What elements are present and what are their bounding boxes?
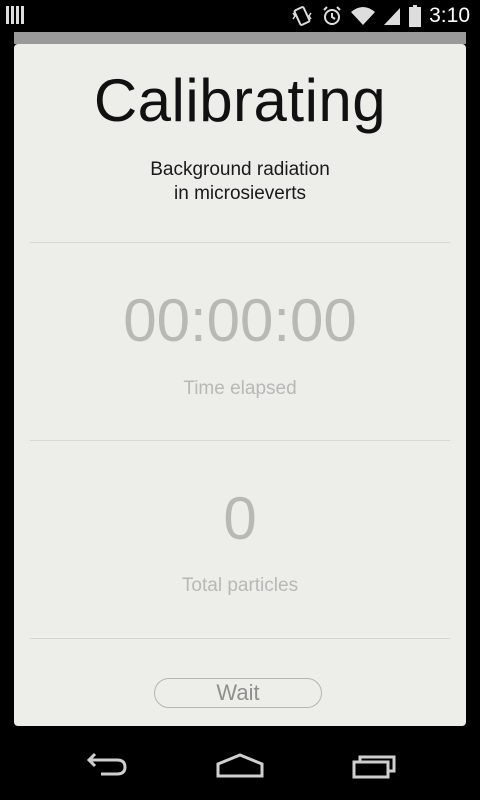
notification-bars-icon bbox=[6, 6, 24, 24]
battery-icon bbox=[409, 5, 422, 27]
status-bar: 3:10 bbox=[0, 0, 480, 32]
total-particles-value: 0 bbox=[223, 485, 257, 552]
vibrate-icon bbox=[292, 6, 312, 26]
signal-icon bbox=[384, 8, 401, 25]
home-button[interactable] bbox=[210, 748, 270, 784]
navigation-bar bbox=[0, 728, 480, 800]
page-title: Calibrating bbox=[93, 67, 387, 134]
calibration-card: Calibrating Background radiation in micr… bbox=[14, 44, 466, 726]
time-elapsed-label: Time elapsed bbox=[183, 378, 297, 399]
divider bbox=[30, 440, 450, 441]
wifi-icon bbox=[351, 7, 376, 25]
top-strip bbox=[14, 32, 466, 44]
alarm-icon bbox=[323, 6, 341, 25]
status-icons: 3:10 bbox=[291, 0, 470, 32]
back-icon bbox=[86, 752, 127, 776]
total-particles-label: Total particles bbox=[181, 575, 299, 596]
time-elapsed-value: 00:00:00 bbox=[123, 287, 357, 354]
divider bbox=[30, 638, 450, 639]
wait-button[interactable]: Wait bbox=[154, 678, 322, 708]
recents-icon bbox=[352, 755, 396, 779]
recents-button[interactable] bbox=[344, 748, 404, 784]
divider bbox=[30, 242, 450, 243]
subtitle-line1: Background radiation bbox=[150, 159, 330, 180]
clock: 3:10 bbox=[429, 4, 470, 27]
home-icon bbox=[216, 753, 264, 778]
back-button[interactable] bbox=[76, 748, 136, 784]
subtitle-line2: in microsieverts bbox=[174, 183, 306, 204]
subtitle: Background radiation in microsieverts bbox=[14, 158, 466, 206]
